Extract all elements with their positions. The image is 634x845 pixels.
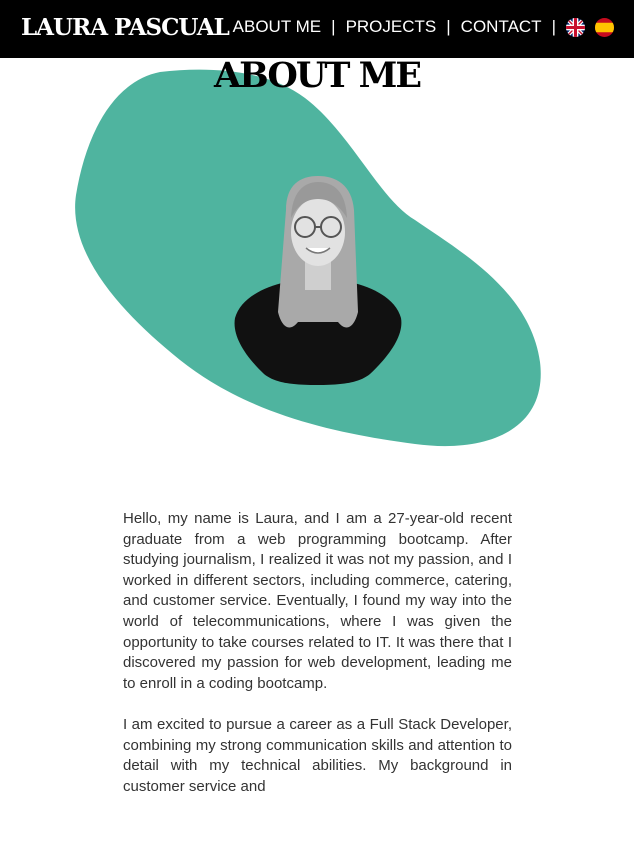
nav-about-me[interactable]: ABOUT ME <box>233 17 321 37</box>
hero-graphic <box>75 69 541 447</box>
bio-text: Hello, my name is Laura, and I am a 27-y… <box>123 509 512 797</box>
profile-face <box>291 198 345 266</box>
spain-flag-icon[interactable] <box>595 17 614 37</box>
nav-contact[interactable]: CONTACT <box>461 17 542 37</box>
bio-paragraph: I am excited to pursue a career as a Ful… <box>123 715 512 795</box>
bio-paragraph: Hello, my name is Laura, and I am a 27-y… <box>123 510 512 692</box>
main-nav: ABOUT ME | PROJECTS | CONTACT | <box>233 16 614 38</box>
brand-logo[interactable]: LAURA PASCUAL <box>21 13 230 43</box>
nav-projects[interactable]: PROJECTS <box>346 17 437 37</box>
uk-flag-icon[interactable] <box>566 17 585 37</box>
about-hero <box>0 60 634 460</box>
nav-separator: | <box>551 17 556 36</box>
page-title: ABOUT ME <box>213 55 422 96</box>
navbar: LAURA PASCUAL ABOUT ME | PROJECTS | CONT… <box>0 0 634 58</box>
nav-separator: | <box>331 17 336 36</box>
nav-separator: | <box>446 17 451 36</box>
